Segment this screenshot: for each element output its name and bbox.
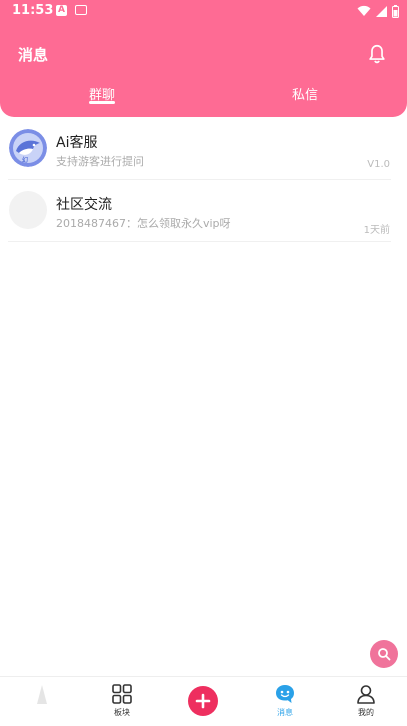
tab-private-message[interactable]: 私信 bbox=[292, 84, 318, 103]
nav-mine[interactable]: 我的 bbox=[336, 683, 396, 718]
ghost-icon bbox=[37, 685, 47, 704]
nav-label: 消息 bbox=[277, 708, 293, 717]
bell-icon[interactable] bbox=[366, 43, 388, 65]
conversation-meta: V1.0 bbox=[367, 159, 390, 170]
signal-icon bbox=[376, 5, 387, 17]
nav-messages[interactable]: 消息 bbox=[255, 683, 315, 718]
status-time: 11:53 bbox=[12, 3, 54, 18]
page-title: 消息 bbox=[18, 46, 49, 64]
battery-icon bbox=[392, 4, 399, 18]
add-post-button[interactable] bbox=[188, 686, 218, 716]
plus-icon bbox=[195, 693, 211, 709]
bottom-navigation: 板块 消息 我的 bbox=[0, 676, 407, 726]
conversation-item[interactable]: 社区交流 2018487467：怎么领取永久vip呀 1天前 bbox=[0, 180, 407, 242]
wifi-icon bbox=[357, 5, 371, 16]
person-icon bbox=[357, 685, 375, 704]
card-icon bbox=[75, 5, 87, 15]
placeholder-avatar bbox=[9, 191, 47, 229]
active-tab-indicator bbox=[89, 101, 115, 104]
svg-text:幻: 幻 bbox=[22, 156, 28, 164]
conversation-name: Ai客服 bbox=[56, 135, 98, 151]
nav-label: 我的 bbox=[358, 708, 374, 717]
chat-face-icon bbox=[276, 685, 294, 703]
conversation-item[interactable]: 幻 Ai客服 支持游客进行提问 V1.0 bbox=[0, 118, 407, 180]
nav-label: 板块 bbox=[114, 708, 130, 717]
search-icon bbox=[378, 648, 391, 661]
search-fab-button[interactable] bbox=[370, 640, 398, 668]
conversation-meta: 1天前 bbox=[363, 225, 390, 236]
dolphin-avatar: 幻 bbox=[9, 129, 47, 167]
grid-icon bbox=[112, 684, 132, 704]
conversation-name: 社区交流 bbox=[56, 197, 112, 213]
conversation-preview: 2018487467：怎么领取永久vip呀 bbox=[56, 217, 231, 230]
nav-blocks[interactable]: 板块 bbox=[92, 683, 152, 718]
a-icon: A bbox=[56, 5, 67, 16]
conversation-preview: 支持游客进行提问 bbox=[56, 155, 144, 168]
header: 11:53 A 消息 群聊 私信 bbox=[0, 0, 407, 117]
divider bbox=[8, 241, 391, 242]
status-bar: 11:53 A bbox=[0, 0, 407, 24]
status-icons bbox=[357, 4, 399, 18]
